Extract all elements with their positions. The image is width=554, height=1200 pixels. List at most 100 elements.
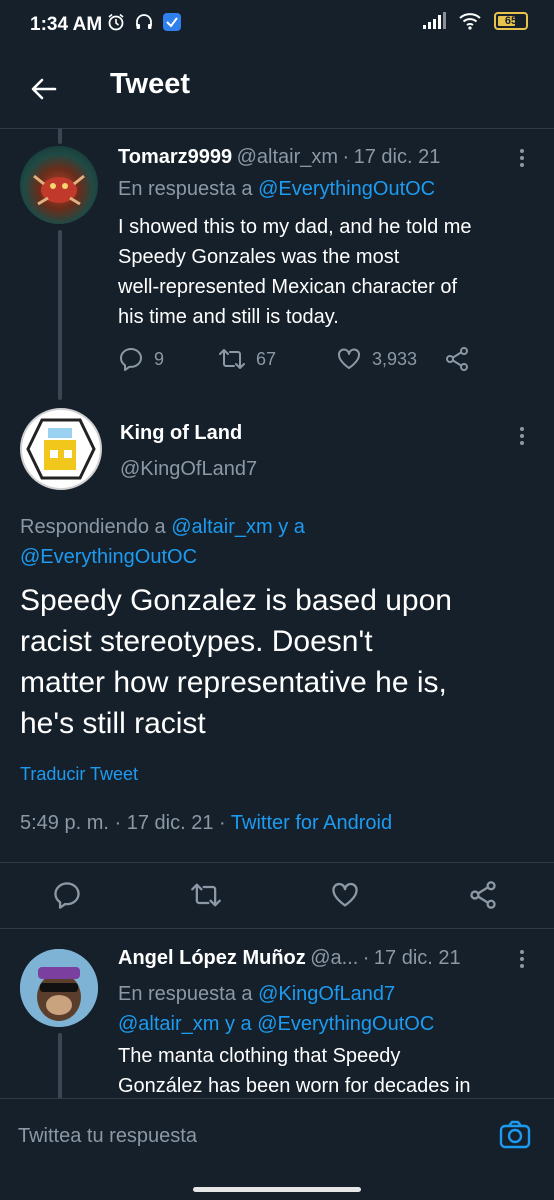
tweet-text-line: I showed this to my dad, and he told me <box>118 216 472 238</box>
more-options-button[interactable] <box>510 424 534 448</box>
tweet-date: 17 dic. 21 <box>126 812 214 834</box>
tweet-text-line: The manta clothing that Speedy <box>118 1045 401 1067</box>
reply-joiner[interactable]: y a <box>225 1013 252 1035</box>
app-notification-icon <box>163 13 181 31</box>
handle: @altair_xm <box>236 146 339 168</box>
mention-link[interactable]: @KingOfLand7 <box>258 983 395 1005</box>
tweet-date: 17 dic. 21 <box>353 146 441 168</box>
tweet-text: I showed this to my dad, and he told me … <box>118 212 538 332</box>
main-tweet-text: Speedy Gonzalez is based upon racist ste… <box>20 580 540 744</box>
tweet-text-line: his time and still is today. <box>118 306 339 328</box>
mention-link[interactable]: @altair_xm <box>171 516 272 538</box>
display-name[interactable]: King of Land <box>120 422 242 445</box>
battery-icon: 65 <box>494 12 528 30</box>
retweet-count: 67 <box>256 348 277 369</box>
share-icon <box>470 881 496 909</box>
tweet-text-line: matter how representative he is, <box>20 666 447 699</box>
status-system-icons: 65 <box>422 12 528 30</box>
translate-tweet-link[interactable]: Traducir Tweet <box>20 764 138 785</box>
tweet-text-line: González has been worn for decades in <box>118 1075 471 1097</box>
camera-icon <box>499 1120 531 1149</box>
main-tweet-kingofland: King of Land @KingOfLand7 Respondiendo a… <box>0 400 554 929</box>
like-button[interactable]: 3,933 <box>336 346 417 372</box>
reply-context: Respondiendo a @altair_xm y a @Everythin… <box>20 512 520 572</box>
tweet-date: 17 dic. 21 <box>373 947 461 969</box>
thread-connector <box>58 230 62 400</box>
reply-button[interactable]: 9 <box>118 346 164 372</box>
reply-count: 9 <box>154 348 165 369</box>
separator: · <box>219 812 226 834</box>
separator: · <box>342 146 350 168</box>
main-tweet-actions <box>0 878 554 918</box>
more-options-button[interactable] <box>510 146 534 170</box>
tweet-actions: 9 67 3,933 <box>118 346 538 378</box>
tweet-angel-lopez[interactable]: Angel López Muñoz @a... · 17 dic. 21 En … <box>0 929 554 1098</box>
reply-prefix: En respuesta a <box>118 983 253 1005</box>
handle: @a... <box>310 947 359 969</box>
handle[interactable]: @KingOfLand7 <box>120 458 257 481</box>
display-name[interactable]: Angel López Muñoz <box>118 947 306 969</box>
top-app-bar: Tweet <box>0 52 554 129</box>
reply-composer-bar: Twittea tu respuesta <box>0 1098 554 1179</box>
reply-context: En respuesta a @KingOfLand7 @altair_xm y… <box>118 979 538 1039</box>
status-time: 1:34 AM <box>30 14 103 35</box>
reply-icon <box>120 348 142 371</box>
like-count: 3,933 <box>372 348 418 369</box>
reply-prefix: En respuesta a <box>118 178 253 200</box>
headphones-icon <box>136 14 152 29</box>
page-title: Tweet <box>110 68 191 100</box>
separator: · <box>114 812 122 834</box>
like-button[interactable] <box>330 880 360 915</box>
divider <box>0 862 554 863</box>
ape-avatar-image <box>20 949 98 1027</box>
mention-link[interactable]: @EverythingOutOC <box>258 178 435 200</box>
mention-link[interactable]: @EverythingOutOC <box>20 546 197 568</box>
status-bar: 1:34 AM 65 <box>0 0 554 52</box>
alarm-icon <box>108 13 124 31</box>
tweet-text: The manta clothing that Speedy González … <box>118 1041 538 1098</box>
retweet-icon <box>219 349 245 369</box>
back-button[interactable] <box>22 67 66 111</box>
reply-context: En respuesta a @EverythingOutOC <box>118 178 435 201</box>
heart-icon <box>332 882 358 907</box>
display-name[interactable]: Tomarz9999 <box>118 146 232 168</box>
home-indicator[interactable] <box>193 1187 361 1192</box>
arrow-left-icon <box>31 78 57 100</box>
crab-avatar-image <box>33 174 85 206</box>
tweet-text-line: Speedy Gonzales was the most <box>118 246 400 268</box>
avatar[interactable] <box>20 408 102 490</box>
share-button[interactable] <box>444 346 470 372</box>
reply-button[interactable] <box>52 880 82 915</box>
avatar[interactable] <box>20 146 98 224</box>
more-options-button[interactable] <box>510 947 534 971</box>
reply-icon <box>54 882 80 909</box>
mention-link[interactable]: @altair_xm <box>118 1013 219 1035</box>
share-button[interactable] <box>468 880 498 915</box>
camera-button[interactable] <box>498 1117 532 1151</box>
retweet-icon <box>191 883 221 907</box>
heart-icon <box>338 348 360 369</box>
mention-link[interactable]: @EverythingOutOC <box>257 1013 434 1035</box>
reply-joiner[interactable]: y a <box>278 516 305 538</box>
tweet-time: 5:49 p. m. <box>20 812 109 834</box>
tweet-header: Angel López Muñoz @a... · 17 dic. 21 <box>118 947 461 970</box>
share-icon <box>446 347 468 371</box>
tweet-tomarz9999[interactable]: Tomarz9999 @altair_xm · 17 dic. 21 En re… <box>0 128 554 400</box>
tweet-header: Tomarz9999 @altair_xm · 17 dic. 21 <box>118 146 440 169</box>
tweet-text-line: he's still racist <box>20 707 206 740</box>
battery-percent: 65 <box>504 15 518 27</box>
retweet-button[interactable] <box>190 880 222 915</box>
tweet-text-line: Speedy Gonzalez is based upon <box>20 584 452 617</box>
thread-connector <box>58 1033 62 1098</box>
status-notification-icons <box>106 12 182 32</box>
signal-icon <box>423 12 446 29</box>
avatar[interactable] <box>20 949 98 1027</box>
wifi-icon <box>459 13 481 30</box>
king-avatar-image <box>26 418 96 480</box>
tweet-text-line: well-represented Mexican character of <box>118 276 458 298</box>
reply-input[interactable]: Twittea tu respuesta <box>18 1125 197 1148</box>
tweet-text-line: racist stereotypes. Doesn't <box>20 625 373 658</box>
tweet-source-link[interactable]: Twitter for Android <box>231 812 392 834</box>
separator: · <box>362 947 370 969</box>
retweet-button[interactable]: 67 <box>218 346 276 372</box>
